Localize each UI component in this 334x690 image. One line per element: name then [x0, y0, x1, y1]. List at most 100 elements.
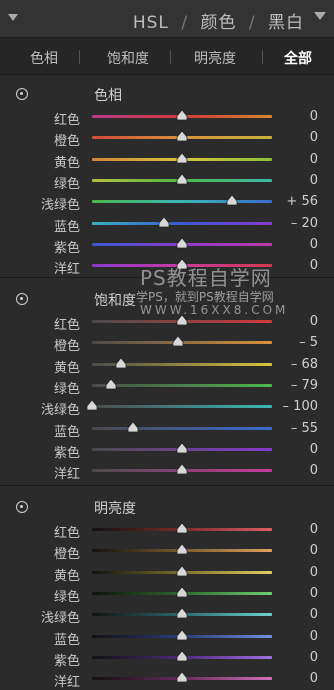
slider-thumb-icon[interactable] [105, 378, 117, 390]
slider-value[interactable]: 0 [310, 442, 318, 457]
slider-thumb-icon[interactable] [176, 110, 188, 121]
slider-value[interactable]: 0 [310, 543, 318, 558]
slider-row: 红色 0 [0, 107, 334, 128]
slider-label: 紫色 [53, 653, 80, 669]
panel-titles: HSL / 颜色 / 黑白 [127, 8, 304, 33]
slider-thumb-icon[interactable] [176, 173, 188, 185]
slider-label: 绿色 [53, 589, 80, 605]
slider-thumb-icon[interactable] [176, 608, 188, 619]
panel-menu-icon[interactable] [314, 12, 326, 20]
slider-value[interactable]: 0 [310, 314, 318, 329]
slider-value[interactable]: 0 [310, 109, 318, 124]
watermark-url: WWW.16XX8.COM [140, 303, 289, 317]
slider-value[interactable]: 0 [310, 586, 318, 601]
slider-thumb-icon[interactable] [176, 565, 188, 577]
slider-thumb-icon[interactable] [176, 442, 188, 454]
header-separator: / [181, 13, 189, 33]
tab-all[interactable]: 全部 [284, 48, 312, 68]
slider-value[interactable]: – 20 [291, 216, 318, 231]
slider-value[interactable]: – 55 [291, 421, 318, 436]
slider-value[interactable]: 0 [310, 463, 318, 478]
slider-value[interactable]: 0 [310, 671, 318, 686]
slider-thumb-icon[interactable] [176, 586, 188, 598]
slider-value[interactable]: – 68 [291, 357, 318, 372]
slider-row: 黄色 0 [0, 563, 334, 584]
slider-label: 紫色 [53, 445, 80, 461]
slider-label: 洋红 [53, 262, 80, 278]
slider-thumb-icon[interactable] [176, 544, 188, 555]
section-title-hue: 色相 [94, 88, 122, 104]
slider-value[interactable]: 0 [310, 565, 318, 580]
slider-value[interactable]: 0 [310, 237, 318, 252]
watermark-title: PS教程自学网 [140, 266, 272, 290]
slider-row: 黄色 – 68 [0, 355, 334, 376]
slider-thumb-icon[interactable] [172, 336, 184, 347]
slider-value[interactable]: – 5 [299, 335, 318, 350]
slider-label: 蓝色 [53, 219, 80, 235]
slider-row: 洋红 0 [0, 461, 334, 482]
slider-row: 浅绿色 – 100 [0, 397, 334, 418]
slider-label: 橙色 [53, 547, 80, 563]
slider-label: 洋红 [53, 675, 80, 690]
header-tab-bw[interactable]: 黑白 [268, 13, 304, 33]
slider-value[interactable]: 0 [310, 258, 318, 273]
slider-row: 绿色 0 [0, 171, 334, 192]
tab-saturation[interactable]: 饱和度 [107, 48, 149, 68]
hsl-subtabs: 色相 饱和度 明亮度 全部 [0, 38, 334, 75]
slider-label: 浅绿色 [40, 198, 80, 214]
panel-header: HSL / 颜色 / 黑白 [0, 0, 334, 38]
slider-track[interactable] [92, 383, 272, 387]
collapse-triangle-icon[interactable] [8, 14, 18, 21]
target-adjust-icon[interactable] [16, 293, 28, 305]
slider-row: 洋红 0 [0, 669, 334, 690]
header-tab-color[interactable]: 颜色 [200, 13, 236, 33]
slider-track[interactable] [92, 426, 272, 430]
slider-value[interactable]: + 56 [286, 194, 318, 209]
slider-thumb-icon[interactable] [176, 629, 188, 641]
slider-value[interactable]: 0 [310, 173, 318, 188]
slider-thumb-icon[interactable] [176, 523, 188, 534]
slider-value[interactable]: 0 [310, 522, 318, 537]
slider-thumb-icon[interactable] [127, 421, 139, 433]
slider-thumb-icon[interactable] [226, 195, 238, 206]
slider-value[interactable]: 0 [310, 629, 318, 644]
slider-value[interactable]: 0 [310, 130, 318, 145]
slider-thumb-icon[interactable] [176, 152, 188, 164]
slider-thumb-icon[interactable] [176, 464, 188, 475]
slider-label: 绿色 [53, 381, 80, 397]
slider-track[interactable] [92, 200, 272, 204]
tab-luminance[interactable]: 明亮度 [194, 48, 236, 68]
slider-thumb-icon[interactable] [176, 237, 188, 249]
slider-value[interactable]: 0 [310, 152, 318, 167]
slider-label: 橙色 [53, 134, 80, 150]
section-divider [0, 485, 334, 486]
slider-thumb-icon[interactable] [176, 131, 188, 142]
tab-hue[interactable]: 色相 [30, 48, 58, 68]
slider-label: 红色 [53, 526, 80, 541]
slider-value[interactable]: 0 [310, 650, 318, 665]
target-adjust-icon[interactable] [16, 501, 28, 513]
slider-label: 蓝色 [53, 424, 80, 440]
slider-track[interactable] [92, 221, 272, 225]
slider-thumb-icon[interactable] [176, 650, 188, 662]
slider-label: 浅绿色 [40, 611, 80, 627]
slider-track[interactable] [92, 405, 272, 409]
header-tab-hsl[interactable]: HSL [133, 13, 169, 33]
slider-value[interactable]: – 79 [291, 378, 318, 393]
target-adjust-icon[interactable] [16, 88, 28, 100]
slider-value[interactable]: – 100 [283, 399, 318, 414]
slider-thumb-icon[interactable] [86, 400, 98, 411]
slider-row: 红色 0 [0, 520, 334, 541]
slider-row: 绿色 0 [0, 584, 334, 605]
slider-row: 橙色 – 5 [0, 333, 334, 354]
slider-label: 浅绿色 [40, 403, 80, 419]
slider-thumb-icon[interactable] [115, 357, 127, 369]
slider-value[interactable]: 0 [310, 607, 318, 622]
slider-thumb-icon[interactable] [176, 672, 188, 683]
slider-row: 黄色 0 [0, 150, 334, 171]
slider-thumb-icon[interactable] [158, 216, 170, 228]
slider-label: 蓝色 [53, 632, 80, 648]
tab-divider [79, 50, 80, 64]
slider-label: 紫色 [53, 240, 80, 256]
slider-label: 红色 [53, 318, 80, 333]
